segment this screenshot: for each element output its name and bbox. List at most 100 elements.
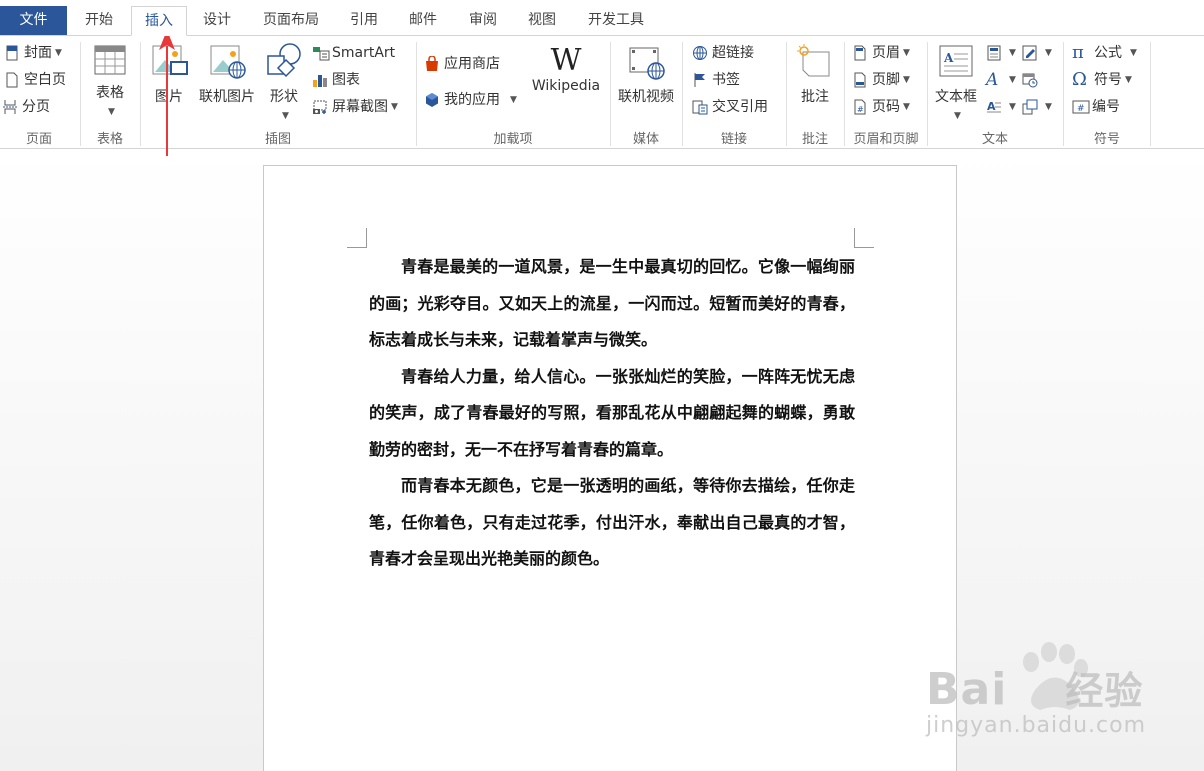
online-video-label: 联机视频: [618, 89, 674, 105]
tab-developer[interactable]: 开发工具: [578, 6, 654, 36]
signature-pen-icon: [1022, 45, 1038, 61]
shapes-icon: [262, 42, 306, 86]
cross-reference-icon: [692, 99, 708, 115]
hyperlink-label: 超链接: [712, 45, 754, 61]
number-icon: #: [1072, 99, 1090, 115]
document-body[interactable]: 青春是最美的一道风景，是一生中最真切的回忆。它像一幅绚丽的画；光彩夺目。又如天上…: [369, 249, 855, 578]
shapes-label: 形状: [270, 89, 298, 105]
table-button[interactable]: 表格 ▼: [88, 42, 132, 118]
group-label-tables: 表格: [96, 132, 123, 147]
wordart-icon: A: [986, 70, 999, 90]
online-video-button[interactable]: 联机视频: [614, 42, 678, 106]
blank-page-button[interactable]: 空白页: [4, 69, 66, 91]
tab-design[interactable]: 设计: [194, 6, 240, 36]
bookmark-flag-icon: [692, 72, 708, 88]
tab-page-layout[interactable]: 页面布局: [254, 6, 328, 36]
tab-insert[interactable]: 插入: [131, 6, 187, 36]
group-separator: [140, 42, 141, 146]
chevron-down-icon: ▼: [903, 48, 910, 58]
chevron-down-icon: ▼: [391, 102, 398, 112]
tab-review[interactable]: 审阅: [460, 6, 506, 36]
blank-page-icon: [4, 72, 20, 88]
chevron-down-icon: ▼: [282, 111, 289, 121]
equation-button[interactable]: π 公式 ▼: [1072, 42, 1137, 64]
wikipedia-button[interactable]: W Wikipedia: [528, 44, 604, 95]
cover-page-label: 封面: [24, 45, 52, 61]
date-time-button[interactable]: [1022, 69, 1042, 91]
calendar-clock-icon: [1022, 72, 1038, 88]
text-box-button[interactable]: A 文本框 ▼: [931, 42, 981, 122]
watermark-site: jingyan.baidu.com: [926, 713, 1147, 738]
group-separator: [1150, 42, 1151, 146]
smartart-icon: [312, 45, 330, 61]
quick-parts-button[interactable]: ▼: [986, 42, 1016, 64]
drop-cap-button[interactable]: A ▼: [986, 96, 1016, 118]
office-store-button[interactable]: 应用商店: [424, 53, 500, 75]
ribbon-insert: 封面 ▼ 空白页 分页 页面 表格 ▼ 表格 图片 联机图片 形状 ▼ Smart…: [0, 35, 1204, 149]
tab-home[interactable]: 开始: [75, 6, 123, 36]
chevron-down-icon: ▼: [1045, 48, 1052, 58]
online-picture-button[interactable]: 联机图片: [194, 42, 260, 106]
group-separator: [786, 42, 787, 146]
symbol-button[interactable]: Ω 符号 ▼: [1072, 69, 1132, 91]
page-number-button[interactable]: # 页码 ▼: [852, 96, 910, 118]
page-break-label: 分页: [22, 99, 50, 115]
paragraph-1: 青春是最美的一道风景，是一生中最真切的回忆。它像一幅绚丽的画；光彩夺目。又如天上…: [369, 249, 855, 359]
header-label: 页眉: [872, 45, 900, 61]
group-label-comments: 批注: [801, 132, 828, 147]
hyperlink-button[interactable]: 超链接: [692, 42, 754, 64]
new-comment-label: 批注: [801, 89, 829, 105]
watermark-brand-cn: 经验: [1065, 669, 1144, 713]
chevron-down-icon: ▼: [1125, 75, 1132, 85]
group-separator: [80, 42, 81, 146]
group-label-header-footer: 页眉和页脚: [853, 132, 919, 147]
paragraph-3: 而青春本无颜色，它是一张透明的画纸，等待你去描绘，任你走笔，任你着色，只有走过花…: [369, 468, 855, 578]
cross-reference-button[interactable]: 交叉引用: [692, 96, 768, 118]
symbol-label: 符号: [1094, 72, 1122, 88]
wikipedia-label: Wikipedia: [531, 78, 601, 94]
chart-button[interactable]: 图表: [312, 69, 360, 91]
insert-object-button[interactable]: ▼: [1022, 96, 1052, 118]
screenshot-button[interactable]: 屏幕截图 ▼: [312, 96, 398, 118]
ribbon-tab-bar: 文件 开始 插入 设计 页面布局 引用 邮件 审阅 视图 开发工具: [0, 0, 1204, 36]
cover-page-button[interactable]: 封面 ▼: [4, 42, 62, 64]
smartart-button[interactable]: SmartArt: [312, 42, 395, 64]
blank-page-label: 空白页: [24, 72, 66, 88]
header-button[interactable]: 页眉 ▼: [852, 42, 910, 64]
tab-references[interactable]: 引用: [341, 6, 387, 36]
new-comment-button[interactable]: 批注: [792, 42, 838, 106]
paragraph-2: 青春给人力量，给人信心。一张张灿烂的笑脸，一阵阵无忧无虑的笑声，成了青春最好的写…: [369, 359, 855, 469]
text-box-icon: A: [931, 42, 981, 86]
crop-mark-top-right: [854, 228, 874, 248]
cover-page-icon: [4, 45, 20, 61]
chevron-down-icon: ▼: [1130, 48, 1137, 58]
my-apps-button[interactable]: 我的应用 ▼: [424, 89, 517, 111]
chevron-down-icon: ▼: [1009, 75, 1016, 85]
shapes-button[interactable]: 形状 ▼: [262, 42, 306, 122]
footer-button[interactable]: 页脚 ▼: [852, 69, 910, 91]
footer-icon: [852, 72, 868, 88]
chart-label: 图表: [332, 72, 360, 88]
group-label-illustrations: 插图: [264, 132, 291, 147]
my-apps-icon: [424, 92, 440, 108]
page-break-button[interactable]: 分页: [2, 96, 50, 118]
footer-label: 页脚: [872, 72, 900, 88]
chevron-down-icon: ▼: [510, 95, 517, 105]
page-break-icon: [2, 99, 18, 115]
my-apps-label: 我的应用: [444, 92, 500, 108]
wordart-button[interactable]: A ▼: [986, 69, 1016, 91]
group-label-pages: 页面: [25, 132, 52, 147]
svg-text:#: #: [857, 105, 864, 114]
online-video-icon: [614, 42, 678, 86]
number-label: 编号: [1092, 99, 1120, 115]
comment-icon: [792, 42, 838, 86]
bookmark-button[interactable]: 书签: [692, 69, 740, 91]
tab-mailings[interactable]: 邮件: [400, 6, 446, 36]
number-button[interactable]: # 编号: [1072, 96, 1120, 118]
office-store-label: 应用商店: [444, 56, 500, 72]
equation-label: 公式: [1094, 45, 1122, 61]
tab-file[interactable]: 文件: [0, 6, 67, 36]
signature-line-button[interactable]: ▼: [1022, 42, 1052, 64]
tab-view[interactable]: 视图: [519, 6, 565, 36]
online-picture-label: 联机图片: [199, 89, 255, 105]
